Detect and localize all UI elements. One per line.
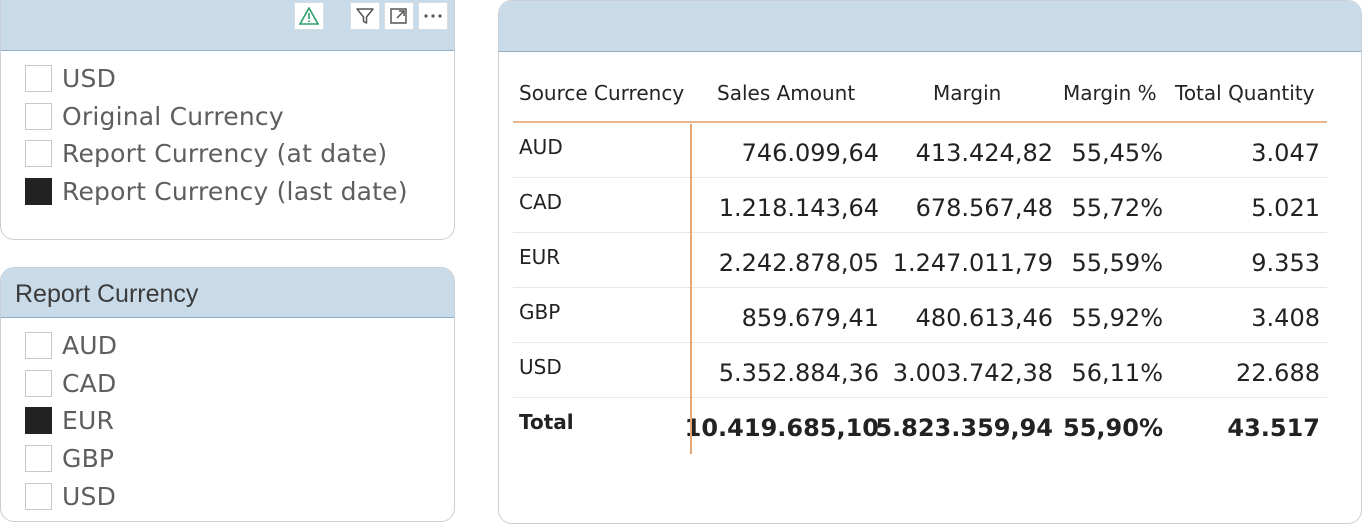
column-header[interactable]: Total Quantity	[1163, 63, 1320, 123]
checkbox[interactable]	[25, 445, 52, 473]
table-cell: 55,59%	[1071, 248, 1163, 277]
row-label: USD	[519, 354, 562, 379]
table-cell: 1.247.011,79	[892, 248, 1053, 277]
total-cell: 55,90%	[1063, 413, 1163, 442]
checkbox[interactable]	[25, 369, 52, 397]
table-cell: 55,92%	[1071, 303, 1163, 332]
table-cell: 859.679,41	[741, 303, 879, 332]
row-label: EUR	[519, 244, 561, 269]
checkbox[interactable]	[25, 482, 52, 510]
slicer-item-label: USD	[62, 64, 117, 94]
filter-icon	[356, 8, 374, 24]
table-cell: 3.047	[1251, 138, 1320, 167]
row-label: GBP	[519, 299, 561, 324]
visual-toolbar	[294, 2, 454, 30]
focus-mode-icon	[390, 8, 407, 24]
table-cell: 3.408	[1251, 303, 1320, 332]
table-header-row: Source Currency Sales Amount Margin Margin …	[513, 63, 1327, 123]
table-cell: 55,45%	[1071, 138, 1163, 167]
slicer-item-label: Report Currency (at date)	[62, 139, 388, 169]
slicer-item-label: Report Currency (last date)	[62, 177, 408, 207]
slicer-item[interactable]: Original Currency	[25, 98, 408, 136]
slicer-item[interactable]: AUD	[25, 327, 117, 365]
checkbox[interactable]	[25, 178, 52, 206]
column-header[interactable]: Source Currency	[519, 63, 689, 123]
total-label: Total	[519, 409, 574, 434]
more-options-icon	[424, 14, 442, 18]
table-cell: 678.567,48	[915, 193, 1053, 222]
checkbox[interactable]	[25, 332, 52, 360]
focus-mode-button[interactable]	[384, 2, 414, 30]
table-cell: 413.424,82	[915, 138, 1053, 167]
table-cell: 746.099,64	[741, 138, 879, 167]
table-cell: 2.242.878,05	[718, 248, 879, 277]
table-cell: 5.021	[1251, 193, 1320, 222]
slicer-item-label: EUR	[62, 406, 115, 436]
slicer-item[interactable]: CAD	[25, 365, 117, 403]
total-cell: 10.419.685,10	[684, 413, 879, 442]
slicer-item-label: Original Currency	[62, 101, 284, 131]
visual-header	[499, 1, 1361, 52]
warning-triangle-icon	[299, 7, 319, 25]
total-cell: 5.823.359,94	[875, 413, 1053, 442]
slicer-item[interactable]: Report Currency (at date)	[25, 135, 408, 173]
table-cell: 480.613,46	[915, 303, 1053, 332]
slicer-item[interactable]: Report Currency (last date)	[25, 173, 408, 211]
table-cell: 3.003.742,38	[892, 358, 1053, 387]
checkbox[interactable]	[25, 65, 52, 93]
report-currency-slicer: Report Currency AUD CAD EUR GBP USD	[0, 267, 455, 522]
total-cell: 43.517	[1227, 413, 1320, 442]
slicer-title: Report Currency	[15, 280, 199, 308]
table-row[interactable]: USD 5.352.884,36 3.003.742,38 56,11% 22.688	[513, 343, 1327, 398]
slicer-item[interactable]: USD	[25, 477, 117, 515]
table-cell: 1.218.143,64	[718, 193, 879, 222]
table-row[interactable]: CAD 1.218.143,64 678.567,48 55,72% 5.021	[513, 178, 1327, 233]
more-options-button[interactable]	[418, 2, 448, 30]
checkbox[interactable]	[25, 140, 52, 168]
slicer-item[interactable]: USD	[25, 60, 408, 98]
slicer-header: Report Currency	[1, 268, 454, 318]
column-header[interactable]: Sales Amount	[689, 63, 879, 123]
slicer-item-label: CAD	[62, 368, 117, 398]
table-cell: 9.353	[1251, 248, 1320, 277]
column-header[interactable]: Margin	[879, 63, 1053, 123]
column-header[interactable]: Margin %	[1053, 63, 1163, 123]
currency-type-slicer: USD Original Currency Report Currency (at …	[0, 0, 455, 240]
filter-button[interactable]	[350, 2, 380, 30]
slicer-item[interactable]: GBP	[25, 440, 117, 478]
row-label: CAD	[519, 189, 563, 214]
table-cell: 5.352.884,36	[718, 358, 879, 387]
table-row[interactable]: EUR 2.242.878,05 1.247.011,79 55,59% 9.353	[513, 233, 1327, 288]
row-label: AUD	[519, 134, 563, 159]
column-separator	[690, 124, 692, 454]
total-row: Total 10.419.685,10 5.823.359,94 55,90% 43.5…	[513, 398, 1327, 453]
slicer-item-list: USD Original Currency Report Currency (at …	[25, 60, 408, 210]
table-cell: 55,72%	[1071, 193, 1163, 222]
slicer-item-label: AUD	[62, 331, 118, 361]
slicer-item-label: USD	[62, 481, 117, 511]
slicer-item-label: GBP	[62, 444, 115, 474]
warning-button[interactable]	[294, 2, 324, 30]
table-row[interactable]: GBP 859.679,41 480.613,46 55,92% 3.408	[513, 288, 1327, 343]
table-row[interactable]: AUD 746.099,64 413.424,82 55,45% 3.047	[513, 123, 1327, 178]
slicer-item-list: AUD CAD EUR GBP USD	[25, 327, 117, 515]
table-cell: 56,11%	[1071, 358, 1163, 387]
checkbox[interactable]	[25, 407, 52, 435]
table-cell: 22.688	[1236, 358, 1320, 387]
checkbox[interactable]	[25, 102, 52, 130]
sales-table: Source Currency Sales Amount Margin Margin …	[513, 63, 1327, 453]
slicer-item[interactable]: EUR	[25, 402, 117, 440]
sales-matrix-visual: Source Currency Sales Amount Margin Margin …	[498, 0, 1362, 524]
